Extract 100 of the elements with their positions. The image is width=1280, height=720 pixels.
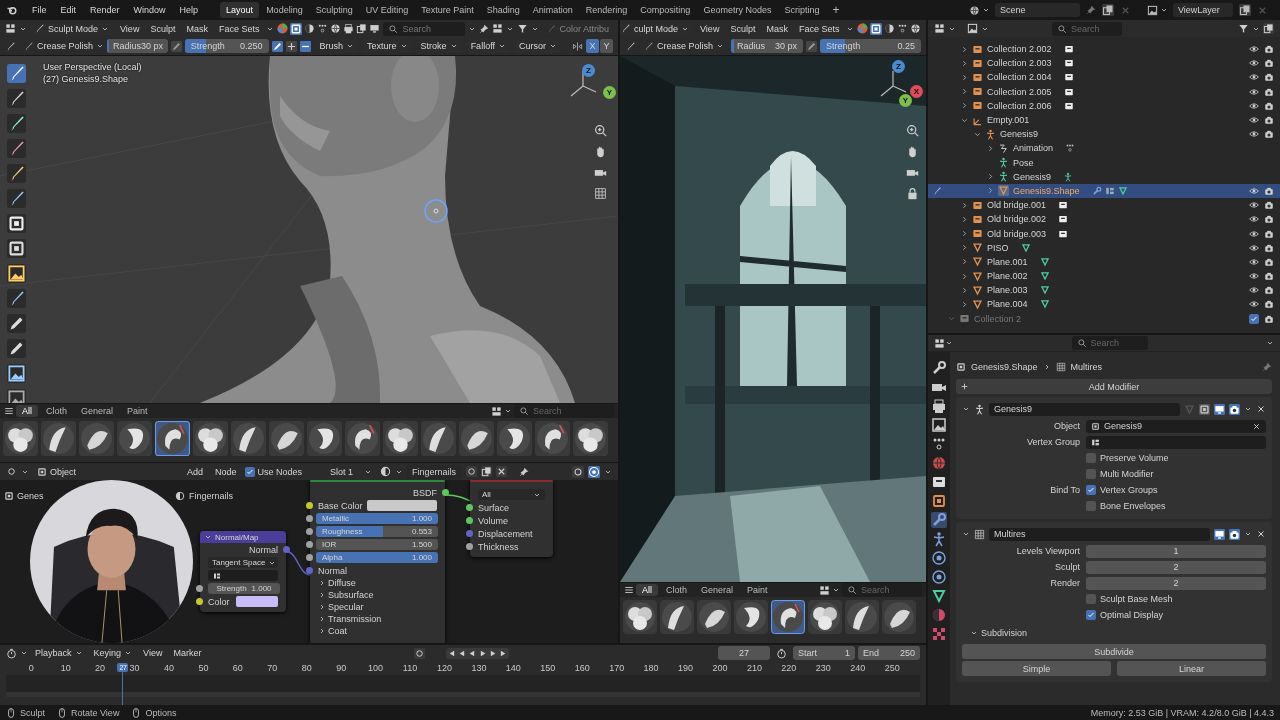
frame-field[interactable]: 27 xyxy=(718,646,770,660)
scene-field[interactable]: Scene xyxy=(995,3,1080,17)
outliner-row[interactable]: Plane.001 xyxy=(928,254,1280,269)
end-field[interactable]: End 250 xyxy=(858,646,920,660)
number-field[interactable]: 2 xyxy=(1086,576,1266,590)
menu-item[interactable]: Window xyxy=(127,5,172,15)
outliner-row[interactable]: Collection 2.005 xyxy=(928,84,1280,99)
menu-item[interactable]: Add xyxy=(183,466,207,477)
target-dropdown[interactable]: All xyxy=(478,489,545,500)
outliner-row[interactable]: Collection 2.004 xyxy=(928,70,1280,85)
menu-item[interactable]: Edit xyxy=(54,5,83,15)
menu-item[interactable]: Marker xyxy=(169,648,206,658)
workspace-tab[interactable]: Geometry Nodes xyxy=(697,2,778,18)
node-slider[interactable]: Metallic 1.000 xyxy=(316,513,438,524)
shelf-tab[interactable]: Cloth xyxy=(40,405,74,417)
subpanel-title: Subdivision xyxy=(981,628,1028,638)
node-number-field[interactable]: IOR 1.500 xyxy=(316,539,438,550)
object-field[interactable]: Genesis9 xyxy=(1086,419,1266,433)
workspace-tab[interactable]: Scripting xyxy=(778,2,826,18)
menu-item[interactable]: Mask xyxy=(762,23,792,34)
outliner-row[interactable]: Plane.002 xyxy=(928,269,1280,284)
add-workspace-tab[interactable]: + xyxy=(826,3,846,17)
panel-toggle[interactable]: Subsurface xyxy=(318,590,374,600)
menu-dropdown[interactable]: Keying xyxy=(89,646,137,660)
workspace-tab[interactable]: Compositing xyxy=(634,2,697,18)
active-brush-dropdown[interactable]: Crease Polish xyxy=(19,39,104,53)
start-field[interactable]: Start 1 xyxy=(793,646,855,660)
workspace-tab[interactable]: Sculpting xyxy=(309,2,359,18)
outliner-row[interactable]: Pose xyxy=(928,155,1280,170)
menu-item[interactable]: Node xyxy=(211,466,241,477)
panel-toggle[interactable]: Specular xyxy=(318,602,364,612)
subdivision-button[interactable]: Simple xyxy=(962,661,1111,676)
space-dropdown[interactable]: Tangent Space xyxy=(208,557,278,568)
outliner-row[interactable]: Empty.001 xyxy=(928,112,1280,128)
node-slider[interactable]: Roughness 0.553 xyxy=(316,526,438,537)
menu-item[interactable]: View xyxy=(696,23,724,34)
menu-item[interactable]: File xyxy=(26,5,53,15)
workspace-tab[interactable]: Texture Paint xyxy=(415,2,480,18)
frame-tick-label: 0 xyxy=(28,663,34,673)
shelf-tab[interactable]: Paint xyxy=(741,584,774,596)
outliner-row[interactable]: Collection 2.006 xyxy=(928,98,1280,113)
outliner-row[interactable]: Collection 2.002 xyxy=(928,42,1280,57)
outliner-row[interactable]: Old bridge.002 xyxy=(928,212,1280,227)
menu-item[interactable]: Sculpt xyxy=(146,23,180,34)
shelf-tab[interactable]: General xyxy=(75,405,120,417)
attribute-dropdown[interactable]: Color Attribu xyxy=(542,21,613,36)
shelf-tab[interactable]: All xyxy=(636,584,658,596)
menu-item[interactable]: Render xyxy=(84,5,126,15)
outliner-row[interactable]: Plane.003 xyxy=(928,283,1280,298)
menu-item[interactable]: Mask xyxy=(182,23,212,34)
field-label: Object xyxy=(1053,421,1080,431)
menu-item[interactable]: Help xyxy=(173,5,205,15)
outliner-row[interactable]: Animation xyxy=(928,141,1280,156)
workspace-tab[interactable]: Layout xyxy=(220,2,260,18)
modifier-name-field[interactable]: Genesis9 xyxy=(989,402,1180,416)
menu-dropdown[interactable]: Playback xyxy=(31,646,87,660)
menu-item[interactable]: Face Sets xyxy=(794,23,844,34)
outliner-row[interactable]: Old bridge.001 xyxy=(928,198,1280,213)
add-modifier-button[interactable]: Add Modifier xyxy=(956,379,1272,394)
outliner-row[interactable]: Old bridge.003 xyxy=(928,226,1280,241)
shelf-tab[interactable]: All xyxy=(16,405,38,417)
outliner-row[interactable]: Plane.004 xyxy=(928,297,1280,312)
frame-tick-label: 230 xyxy=(815,663,831,673)
outliner-row[interactable]: PISO xyxy=(928,240,1280,255)
view-layer-field[interactable]: ViewLayer xyxy=(1173,3,1233,17)
outliner-label: Plane.004 xyxy=(987,299,1028,310)
shelf-tab[interactable]: Cloth xyxy=(660,584,694,596)
menu-item[interactable]: View xyxy=(116,23,144,34)
menu-item[interactable]: View xyxy=(139,648,167,658)
material-field[interactable]: Fingernails xyxy=(407,464,463,479)
radius-slider[interactable]: Radius 30 px xyxy=(731,39,804,53)
workspace-tab[interactable]: Shading xyxy=(480,2,526,18)
workspace-tab[interactable]: Animation xyxy=(526,2,579,18)
radius-slider[interactable]: Radius30 px xyxy=(107,39,168,53)
breadcrumb-item: Genes xyxy=(17,491,44,501)
shelf-tab[interactable]: General xyxy=(695,584,740,596)
panel-toggle[interactable]: Transmission xyxy=(318,614,382,624)
search-field[interactable]: Search xyxy=(383,21,466,36)
modifier-name-field[interactable]: Multires xyxy=(989,527,1210,541)
number-field[interactable]: 1 xyxy=(1086,544,1266,558)
shelf-tab[interactable]: Paint xyxy=(121,405,154,417)
panel-toggle[interactable]: Coat xyxy=(318,626,347,636)
workspace-tab[interactable]: Modeling xyxy=(260,2,309,18)
workspace-tab[interactable]: Rendering xyxy=(579,2,634,18)
active-brush-dropdown[interactable]: Crease Polish xyxy=(639,39,729,53)
outliner-row[interactable]: Genesis9 xyxy=(928,127,1280,142)
outliner-row[interactable]: Collection 2.003 xyxy=(928,56,1280,71)
subdivision-button[interactable]: Linear xyxy=(1117,661,1266,676)
menu-item[interactable]: Sculpt xyxy=(726,23,760,34)
subdivide-button[interactable]: Subdivide xyxy=(962,644,1266,659)
panel-toggle[interactable]: Diffuse xyxy=(318,578,356,588)
outliner-label: Collection 2 xyxy=(974,313,1022,324)
outliner-row[interactable]: Genesis9 xyxy=(928,169,1280,184)
axis-toggle[interactable]: Y xyxy=(600,39,613,53)
node-slider[interactable]: Alpha 1.000 xyxy=(316,552,438,563)
number-field[interactable]: 2 xyxy=(1086,560,1266,574)
outliner-row[interactable]: Genesis9.Shape xyxy=(928,183,1280,199)
workspace-tab[interactable]: UV Editing xyxy=(359,2,415,18)
menu-item[interactable]: Face Sets xyxy=(214,23,264,34)
strength-field[interactable]: Strength 1.000 xyxy=(208,583,280,594)
